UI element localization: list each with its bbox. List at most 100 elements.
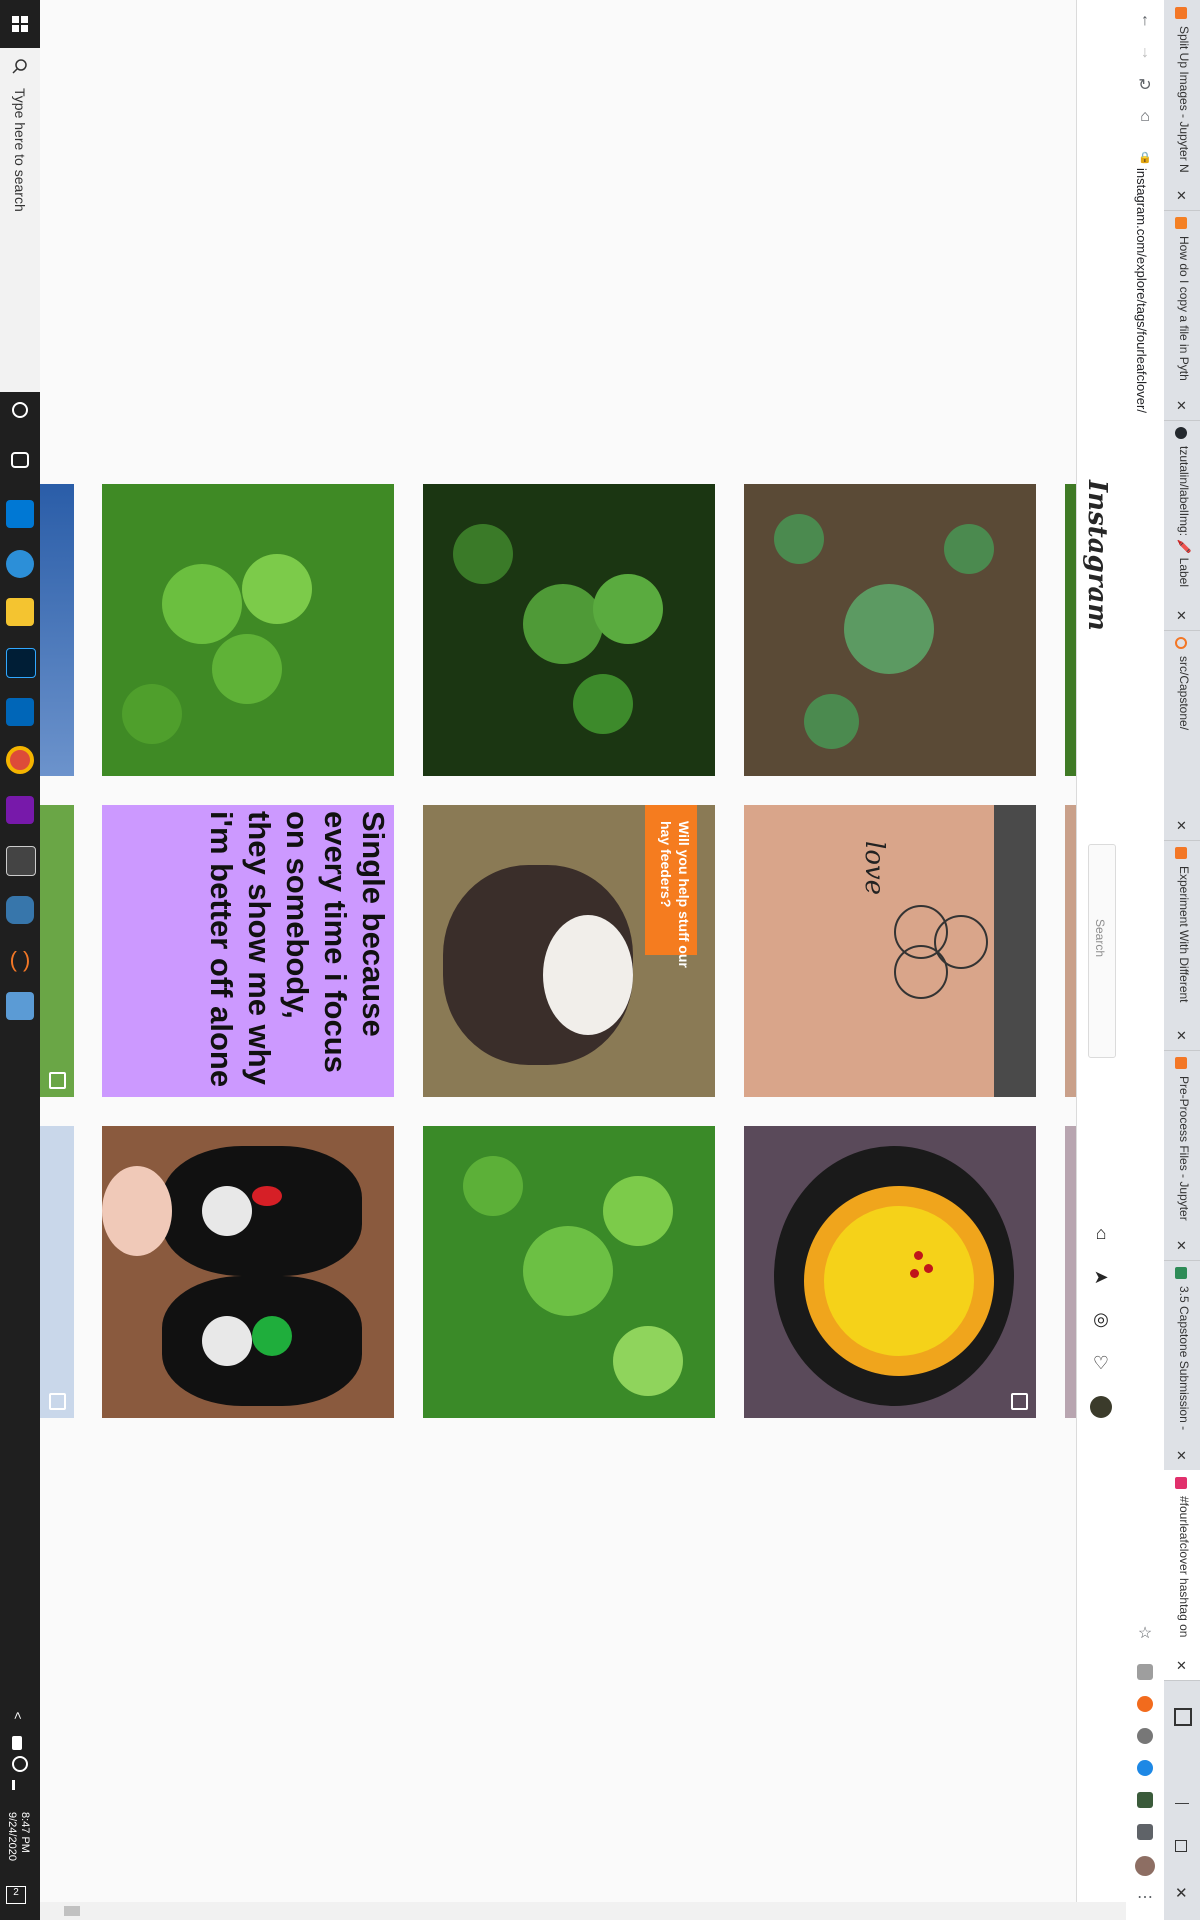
close-icon[interactable]: ✕ xyxy=(1175,1658,1188,1674)
close-icon[interactable]: ✕ xyxy=(1175,398,1188,414)
extension-blue-icon[interactable] xyxy=(1137,1760,1153,1776)
post-goat[interactable]: Will you help stuff our hay feeders? xyxy=(423,805,715,1097)
post-partial[interactable] xyxy=(40,484,74,776)
tab-split-up-images[interactable]: Split Up Images - Jupyter N ✕ xyxy=(1163,0,1200,211)
home-icon[interactable]: ⌂ xyxy=(1090,1222,1112,1244)
jupyter-favicon xyxy=(1175,847,1187,859)
post-quote-text[interactable]: Single because every time i focus on som… xyxy=(102,805,394,1097)
tab-title: Pre-Process Files - Jupyter xyxy=(1177,1076,1191,1221)
post-partial[interactable] xyxy=(1065,1126,1076,1418)
post-tart[interactable] xyxy=(744,1126,1036,1418)
start-button[interactable] xyxy=(0,0,40,48)
scrollbar-thumb[interactable] xyxy=(64,1906,80,1916)
volume-icon[interactable] xyxy=(12,1780,27,1790)
tab-src-capstone[interactable]: src/Capstone/ ✕ xyxy=(1163,630,1200,841)
stackoverflow-favicon xyxy=(1175,217,1187,229)
close-icon[interactable]: ✕ xyxy=(1175,818,1188,834)
post-clover-3[interactable] xyxy=(744,484,1036,776)
close-icon[interactable]: ✕ xyxy=(1175,188,1188,204)
instagram-search-input[interactable]: Search xyxy=(1088,844,1116,1058)
explore-compass-icon[interactable]: ◎ xyxy=(1090,1308,1112,1330)
menu-dots-icon[interactable]: ⋯ xyxy=(1136,1888,1154,1906)
chevron-icon[interactable]: < xyxy=(10,1712,25,1720)
windows-taskbar: Type here to search ( ) < 8:47 PM 9/24/2… xyxy=(0,0,40,1920)
taskbar-search-box[interactable]: Type here to search xyxy=(0,48,40,392)
tab-fourleafclover-active[interactable]: #fourleafclover hashtag on ✕ xyxy=(1163,1470,1200,1681)
close-icon[interactable]: ✕ xyxy=(1175,608,1188,624)
instagram-logo[interactable]: Instagram xyxy=(1082,480,1112,631)
post-partial[interactable] xyxy=(40,805,74,1097)
extension-green-icon[interactable] xyxy=(1137,1792,1153,1808)
post-clover-4[interactable] xyxy=(423,1126,715,1418)
photoshop-icon[interactable] xyxy=(6,648,36,678)
post-partial[interactable] xyxy=(40,1126,74,1418)
taskbar-clock[interactable]: 8:47 PM 9/24/2020 xyxy=(5,1812,31,1861)
banner-text: Will you help stuff our hay feeders? xyxy=(658,821,692,968)
tab-labelimg[interactable]: tzutalin/labelImg: 🖍️ Label ✕ xyxy=(1163,420,1200,631)
bookmark-star-icon[interactable]: ☆ xyxy=(1136,1624,1154,1642)
tab-title: #fourleafclover hashtag on xyxy=(1177,1496,1191,1638)
profile-avatar[interactable] xyxy=(1090,1396,1112,1418)
post-clover-2[interactable] xyxy=(423,484,715,776)
back-icon[interactable]: ↑ xyxy=(1136,12,1154,30)
network-icon[interactable] xyxy=(12,1756,28,1772)
cortana-icon[interactable] xyxy=(12,402,28,418)
post-hats[interactable] xyxy=(102,1126,394,1418)
edge-icon[interactable] xyxy=(6,550,34,578)
github-favicon xyxy=(1175,427,1187,439)
taskbar-search-placeholder: Type here to search xyxy=(12,88,28,212)
tab-pre-process[interactable]: Pre-Process Files - Jupyter ✕ xyxy=(1163,1050,1200,1261)
address-bar[interactable]: instagram.com/explore/tags/fourleafclove… xyxy=(1134,168,1149,413)
chrome-icon[interactable] xyxy=(6,746,34,774)
forward-icon[interactable]: ↓ xyxy=(1136,44,1154,62)
tab-title: Split Up Images - Jupyter N xyxy=(1177,26,1191,173)
terminal-icon[interactable] xyxy=(6,846,36,876)
tab-title: Experiment With Different xyxy=(1177,866,1191,1003)
close-icon[interactable]: ✕ xyxy=(1175,1238,1188,1254)
horizontal-scrollbar[interactable] xyxy=(40,1902,1126,1920)
calculator-icon[interactable] xyxy=(6,992,34,1020)
notification-center-button[interactable]: 2 xyxy=(6,1886,26,1904)
post-partial[interactable] xyxy=(1065,805,1076,1097)
tab-experiment[interactable]: Experiment With Different ✕ xyxy=(1163,840,1200,1051)
tab-title: How do I copy a file in Pyth xyxy=(1177,236,1191,381)
home-icon[interactable]: ⌂ xyxy=(1136,108,1154,126)
post-clover-1[interactable] xyxy=(102,484,394,776)
microsoft-store-icon[interactable] xyxy=(6,500,34,528)
puzzle-icon[interactable] xyxy=(1137,1824,1153,1840)
post-partial[interactable] xyxy=(1065,484,1076,776)
onenote-icon[interactable] xyxy=(6,796,34,824)
instagram-favicon xyxy=(1175,1477,1187,1489)
jupyter-favicon xyxy=(1175,1057,1187,1069)
battery-icon[interactable] xyxy=(12,1736,22,1750)
extension-orange-icon[interactable] xyxy=(1137,1696,1153,1712)
python-icon[interactable] xyxy=(6,896,34,924)
close-icon[interactable]: ✕ xyxy=(1175,1448,1188,1464)
extension-g-icon[interactable] xyxy=(1137,1664,1153,1680)
vscode-icon[interactable] xyxy=(6,698,34,726)
tab-copy-file-python[interactable]: How do I copy a file in Pyth ✕ xyxy=(1163,210,1200,421)
notification-count: 2 xyxy=(13,1887,19,1898)
tab-capstone-submission[interactable]: 3.5 Capstone Submission - ✕ xyxy=(1163,1260,1200,1471)
jupyter-favicon xyxy=(1175,637,1187,649)
minimize-icon[interactable]: — xyxy=(1175,1794,1189,1810)
reload-icon[interactable]: ↻ xyxy=(1136,76,1154,94)
file-explorer-icon[interactable] xyxy=(6,598,34,626)
search-placeholder: Search xyxy=(1093,919,1107,958)
task-view-icon[interactable] xyxy=(11,452,29,468)
browser-tab-strip: Split Up Images - Jupyter N ✕ How do I c… xyxy=(1163,0,1200,1920)
tab-search-icon[interactable] xyxy=(1174,1708,1192,1726)
post-tattoo[interactable]: love xyxy=(744,805,1036,1097)
extension-grey-icon[interactable] xyxy=(1137,1728,1153,1744)
close-icon[interactable]: ✕ xyxy=(1175,1028,1188,1044)
activity-heart-icon[interactable]: ♡ xyxy=(1090,1352,1112,1374)
maximize-icon[interactable] xyxy=(1175,1840,1187,1852)
profile-avatar[interactable] xyxy=(1135,1856,1155,1876)
clock-date: 9/24/2020 xyxy=(6,1812,18,1861)
jupyter-favicon xyxy=(1175,7,1187,19)
direct-message-icon[interactable]: ➤ xyxy=(1090,1266,1112,1288)
quote-text: Single because every time i focus on som… xyxy=(204,811,391,1088)
window-close-icon[interactable]: ✕ xyxy=(1175,1884,1188,1902)
course-favicon xyxy=(1175,1267,1187,1279)
jupyter-icon[interactable]: ( ) xyxy=(6,946,34,974)
